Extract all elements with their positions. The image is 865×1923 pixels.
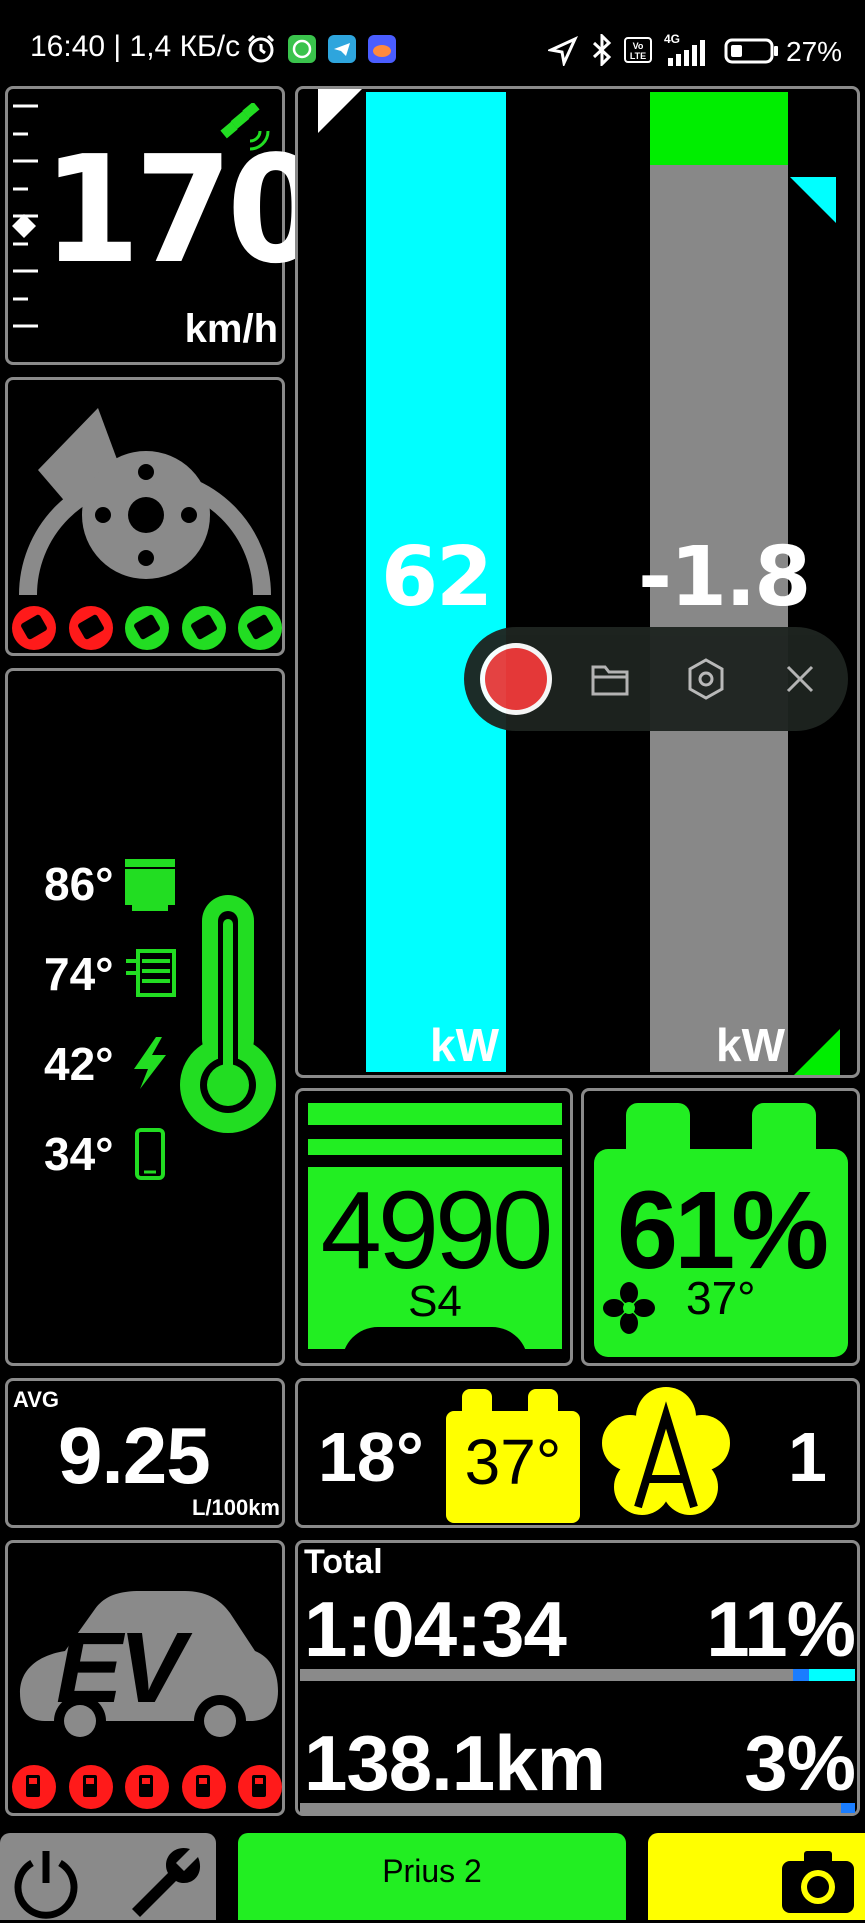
status-bar: 16:40 | 1,4 КБ/с Vo LTE 4G 27% bbox=[0, 0, 865, 80]
battery-percent: 27% bbox=[786, 36, 843, 67]
wrench-icon[interactable] bbox=[126, 1843, 206, 1923]
fuel-pump-icon bbox=[12, 1765, 56, 1809]
thermometer-icon bbox=[180, 895, 276, 1133]
alarm-icon bbox=[247, 34, 275, 63]
power-panel[interactable]: 62 kW -1.8 kW bbox=[295, 86, 860, 1078]
motor-power-value: 62 bbox=[380, 530, 493, 625]
avg-consumption-panel[interactable]: AVG 9.25 L/100km bbox=[5, 1378, 285, 1528]
screenshot-button[interactable] bbox=[648, 1833, 865, 1920]
generator-power-peak bbox=[650, 92, 788, 165]
status-time: 16:40 | 1,4 КБ/с bbox=[30, 30, 241, 63]
ev-label: EV bbox=[56, 1612, 185, 1724]
max-marker-left bbox=[318, 89, 362, 133]
signal-icon bbox=[668, 40, 705, 66]
ev-panel[interactable]: EV bbox=[5, 1540, 285, 1816]
power-icon[interactable] bbox=[10, 1847, 82, 1919]
cloud-app-icon bbox=[368, 35, 396, 63]
fan-auto-icon[interactable] bbox=[598, 1387, 734, 1523]
pad-indicator bbox=[181, 606, 226, 650]
generator-power-unit: kW bbox=[716, 1019, 785, 1071]
avg-value: 9.25 bbox=[58, 1411, 211, 1500]
trip-distance: 138.1km bbox=[304, 1719, 606, 1807]
camera-icon[interactable] bbox=[778, 1845, 858, 1917]
rpm-panel[interactable]: 4990 S4 bbox=[295, 1088, 573, 1366]
phone-temp: 34° bbox=[44, 1128, 114, 1180]
climate-panel[interactable]: 18° 37° 1 bbox=[295, 1378, 860, 1528]
avg-unit: L/100km bbox=[191, 1495, 280, 1520]
speed-panel[interactable]: 170 km/h bbox=[5, 86, 325, 365]
location-arrow-icon bbox=[548, 36, 578, 66]
motor-power-unit: kW bbox=[430, 1019, 499, 1071]
min-marker-right bbox=[794, 1029, 840, 1075]
coolant-temp: 74° bbox=[44, 948, 114, 1000]
battery-temp: 37° bbox=[686, 1272, 756, 1324]
folder-icon[interactable] bbox=[590, 661, 630, 697]
fuel-pump-icon bbox=[238, 1765, 282, 1809]
trip-panel[interactable]: Total 1:04:34 11% 138.1km 3% bbox=[295, 1540, 860, 1816]
battery-icon bbox=[724, 38, 778, 64]
battery-terminal-left bbox=[626, 1103, 690, 1149]
speed-value: 170 bbox=[42, 124, 325, 296]
fuel-pump-icon bbox=[125, 1765, 169, 1809]
volte-icon: Vo LTE bbox=[624, 37, 652, 63]
rpm-bar-2 bbox=[308, 1139, 562, 1155]
max-marker-right bbox=[790, 177, 836, 223]
trip-distance-progress bbox=[300, 1803, 855, 1813]
pad-indicator bbox=[68, 606, 113, 650]
profile-button[interactable]: Prius 2 bbox=[238, 1833, 626, 1920]
settings-bar-button[interactable] bbox=[0, 1833, 216, 1920]
pad-indicator bbox=[125, 606, 169, 650]
speed-unit: km/h bbox=[184, 307, 278, 351]
trip-time-progress bbox=[300, 1669, 855, 1681]
ev-fuel-indicators bbox=[12, 1765, 282, 1811]
bluetooth-icon bbox=[592, 34, 612, 66]
profile-label: Prius 2 bbox=[382, 1853, 482, 1889]
telegram-icon bbox=[328, 35, 356, 63]
settings-icon[interactable] bbox=[684, 657, 728, 701]
trip-distance-percent: 3% bbox=[744, 1719, 856, 1807]
battery-temp-value: 37° bbox=[464, 1426, 562, 1498]
fuel-pump-icon bbox=[181, 1765, 226, 1809]
brake-pad-indicators bbox=[12, 606, 282, 652]
radiator-icon bbox=[126, 949, 176, 997]
temperature-panel[interactable]: 86° 74° 42° 34° bbox=[5, 668, 285, 1366]
record-button[interactable] bbox=[480, 643, 552, 715]
recorder-toolbar bbox=[464, 627, 848, 731]
engine-temp: 86° bbox=[44, 858, 114, 910]
avg-label: AVG bbox=[13, 1387, 60, 1412]
trip-time: 1:04:34 bbox=[304, 1585, 567, 1673]
brake-panel[interactable] bbox=[5, 377, 285, 656]
outside-temp: 18° bbox=[318, 1418, 424, 1496]
inverter-temp: 42° bbox=[44, 1038, 114, 1090]
fan-level: 1 bbox=[788, 1418, 827, 1496]
phone-icon bbox=[135, 1128, 165, 1180]
engine-icon bbox=[125, 859, 175, 911]
rpm-gear: S4 bbox=[408, 1277, 462, 1326]
fan-icon bbox=[603, 1282, 655, 1334]
close-icon[interactable] bbox=[784, 663, 816, 695]
pad-indicator bbox=[12, 606, 56, 650]
whatsapp-icon bbox=[288, 35, 316, 63]
pad-indicator bbox=[238, 606, 282, 650]
trip-label: Total bbox=[304, 1543, 383, 1581]
trip-time-percent: 11% bbox=[706, 1585, 856, 1673]
rpm-cutout bbox=[342, 1327, 528, 1363]
battery-terminal-right bbox=[752, 1103, 816, 1149]
rpm-bar-1 bbox=[308, 1103, 562, 1125]
lightning-icon bbox=[134, 1037, 166, 1089]
generator-power-value: -1.8 bbox=[638, 530, 811, 625]
rpm-value: 4990 bbox=[320, 1169, 554, 1292]
battery-panel[interactable]: 61% 37° bbox=[581, 1088, 860, 1366]
fuel-pump-icon bbox=[68, 1765, 113, 1809]
